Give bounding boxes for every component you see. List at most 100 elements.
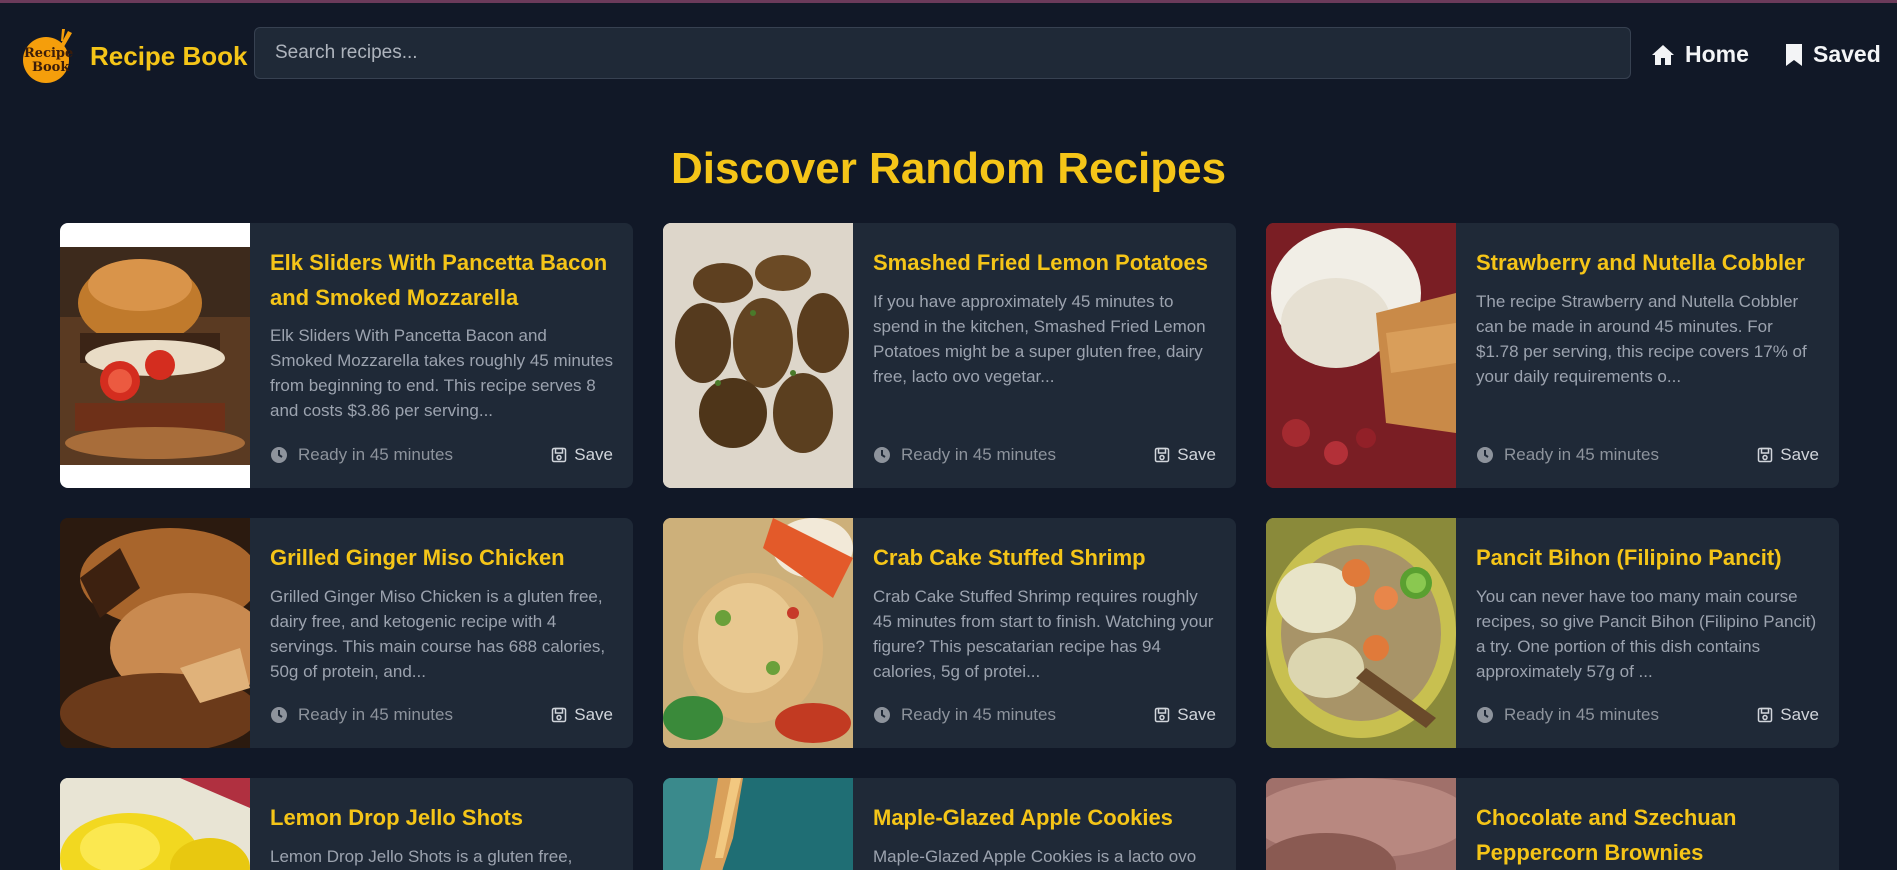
clock-icon — [1476, 706, 1494, 724]
recipe-description: Elk Sliders With Pancetta Bacon and Smok… — [270, 326, 613, 420]
recipe-title[interactable]: Pancit Bihon (Filipino Pancit) — [1476, 540, 1819, 575]
recipe-image[interactable] — [1266, 778, 1456, 870]
recipe-image[interactable] — [60, 778, 250, 870]
recipe-image[interactable] — [1266, 518, 1456, 748]
card-body: Elk Sliders With Pancetta Bacon and Smok… — [270, 223, 613, 488]
recipe-card[interactable]: Pancit Bihon (Filipino Pancit) You can n… — [1266, 518, 1839, 748]
card-body: Grilled Ginger Miso Chicken Grilled Ging… — [270, 518, 613, 748]
save-icon — [1757, 447, 1773, 463]
save-label: Save — [1177, 445, 1216, 464]
recipe-title[interactable]: Chocolate and Szechuan Peppercorn Browni… — [1476, 800, 1819, 870]
ready-time: Ready in 45 minutes — [1476, 705, 1659, 725]
save-label: Save — [1177, 705, 1216, 724]
recipe-description: If you have approximately 45 minutes to … — [873, 292, 1206, 386]
clock-icon — [1476, 446, 1494, 464]
recipe-title[interactable]: Elk Sliders With Pancetta Bacon and Smok… — [270, 245, 613, 315]
recipe-image[interactable] — [60, 223, 250, 488]
ready-time-label: Ready in 45 minutes — [1504, 705, 1659, 724]
recipe-description: The recipe Strawberry and Nutella Cobble… — [1476, 292, 1807, 386]
ready-time: Ready in 45 minutes — [1476, 445, 1659, 465]
card-body: Pancit Bihon (Filipino Pancit) You can n… — [1476, 518, 1819, 748]
card-body: Crab Cake Stuffed Shrimp Crab Cake Stuff… — [873, 518, 1216, 748]
save-button[interactable]: Save — [1757, 705, 1819, 725]
ready-time: Ready in 45 minutes — [873, 705, 1056, 725]
clock-icon — [873, 446, 891, 464]
svg-text:Recipe: Recipe — [24, 46, 73, 61]
ready-time-label: Ready in 45 minutes — [901, 705, 1056, 724]
card-footer: Ready in 45 minutes Save — [873, 442, 1216, 468]
card-footer: Ready in 45 minutes Save — [270, 442, 613, 468]
save-button[interactable]: Save — [1154, 445, 1216, 465]
recipe-image[interactable] — [663, 778, 853, 870]
nav-saved-link[interactable]: Saved — [1785, 41, 1881, 68]
recipe-description: You can never have too many main course … — [1476, 587, 1817, 681]
save-icon — [1154, 447, 1170, 463]
card-body: Lemon Drop Jello Shots Lemon Drop Jello … — [270, 778, 613, 870]
save-icon — [551, 707, 567, 723]
card-body: Strawberry and Nutella Cobbler The recip… — [1476, 223, 1819, 488]
save-icon — [1154, 707, 1170, 723]
card-body: Chocolate and Szechuan Peppercorn Browni… — [1476, 778, 1819, 870]
recipe-title[interactable]: Smashed Fried Lemon Potatoes — [873, 245, 1216, 280]
ready-time: Ready in 45 minutes — [270, 445, 453, 465]
ready-time-label: Ready in 45 minutes — [298, 705, 453, 724]
recipe-description: Maple-Glazed Apple Cookies is a lacto ov… — [873, 847, 1197, 866]
recipe-card[interactable]: Smashed Fried Lemon Potatoes If you have… — [663, 223, 1236, 488]
recipe-card[interactable]: Maple-Glazed Apple Cookies Maple-Glazed … — [663, 778, 1236, 870]
clock-icon — [270, 446, 288, 464]
save-button[interactable]: Save — [1154, 705, 1216, 725]
card-body: Smashed Fried Lemon Potatoes If you have… — [873, 223, 1216, 488]
page-title: Discover Random Recipes — [670, 144, 1227, 193]
recipe-card[interactable]: Elk Sliders With Pancetta Bacon and Smok… — [60, 223, 633, 488]
card-footer: Ready in 45 minutes Save — [1476, 442, 1819, 468]
recipe-card[interactable]: Chocolate and Szechuan Peppercorn Browni… — [1266, 778, 1839, 870]
ready-time: Ready in 45 minutes — [873, 445, 1056, 465]
nav-home-link[interactable]: Home — [1651, 41, 1749, 68]
save-label: Save — [1780, 445, 1819, 464]
ready-time-label: Ready in 45 minutes — [901, 445, 1056, 464]
save-icon — [1757, 707, 1773, 723]
nav-home-label: Home — [1685, 41, 1749, 67]
recipe-description: Grilled Ginger Miso Chicken is a gluten … — [270, 587, 606, 681]
recipe-title[interactable]: Lemon Drop Jello Shots — [270, 800, 613, 835]
save-button[interactable]: Save — [551, 445, 613, 465]
svg-text:Book: Book — [32, 60, 70, 75]
save-button[interactable]: Save — [1757, 445, 1819, 465]
recipe-book-logo-icon: Recipe Book — [23, 29, 73, 83]
recipe-title[interactable]: Crab Cake Stuffed Shrimp — [873, 540, 1216, 575]
save-label: Save — [574, 705, 613, 724]
card-body: Maple-Glazed Apple Cookies Maple-Glazed … — [873, 778, 1216, 870]
recipe-card[interactable]: Grilled Ginger Miso Chicken Grilled Ging… — [60, 518, 633, 748]
recipe-image[interactable] — [663, 223, 853, 488]
recipe-title[interactable]: Grilled Ginger Miso Chicken — [270, 540, 613, 575]
clock-icon — [270, 706, 288, 724]
brand-name[interactable]: Recipe Book — [90, 41, 248, 72]
ready-time-label: Ready in 45 minutes — [298, 445, 453, 464]
recipe-image[interactable] — [663, 518, 853, 748]
recipe-card[interactable]: Crab Cake Stuffed Shrimp Crab Cake Stuff… — [663, 518, 1236, 748]
save-button[interactable]: Save — [551, 705, 613, 725]
search-input[interactable] — [254, 27, 1631, 79]
bookmark-icon — [1785, 43, 1803, 67]
save-label: Save — [1780, 705, 1819, 724]
recipe-title[interactable]: Strawberry and Nutella Cobbler — [1476, 245, 1819, 280]
save-label: Save — [574, 445, 613, 464]
card-footer: Ready in 45 minutes Save — [873, 702, 1216, 728]
save-icon — [551, 447, 567, 463]
recipe-card[interactable]: Lemon Drop Jello Shots Lemon Drop Jello … — [60, 778, 633, 870]
nav-saved-label: Saved — [1813, 41, 1881, 67]
clock-icon — [873, 706, 891, 724]
recipe-title[interactable]: Maple-Glazed Apple Cookies — [873, 800, 1216, 835]
ready-time: Ready in 45 minutes — [270, 705, 453, 725]
card-footer: Ready in 45 minutes Save — [270, 702, 613, 728]
app-header: Recipe Book Recipe Book Home Saved — [0, 3, 1897, 104]
recipe-description: Crab Cake Stuffed Shrimp requires roughl… — [873, 587, 1214, 681]
recipe-image[interactable] — [60, 518, 250, 748]
logo[interactable]: Recipe Book — [18, 27, 78, 85]
recipe-card[interactable]: Strawberry and Nutella Cobbler The recip… — [1266, 223, 1839, 488]
recipe-image[interactable] — [1266, 223, 1456, 488]
card-footer: Ready in 45 minutes Save — [1476, 702, 1819, 728]
recipe-description: Lemon Drop Jello Shots is a gluten free, — [270, 847, 573, 866]
home-icon — [1651, 44, 1675, 66]
ready-time-label: Ready in 45 minutes — [1504, 445, 1659, 464]
